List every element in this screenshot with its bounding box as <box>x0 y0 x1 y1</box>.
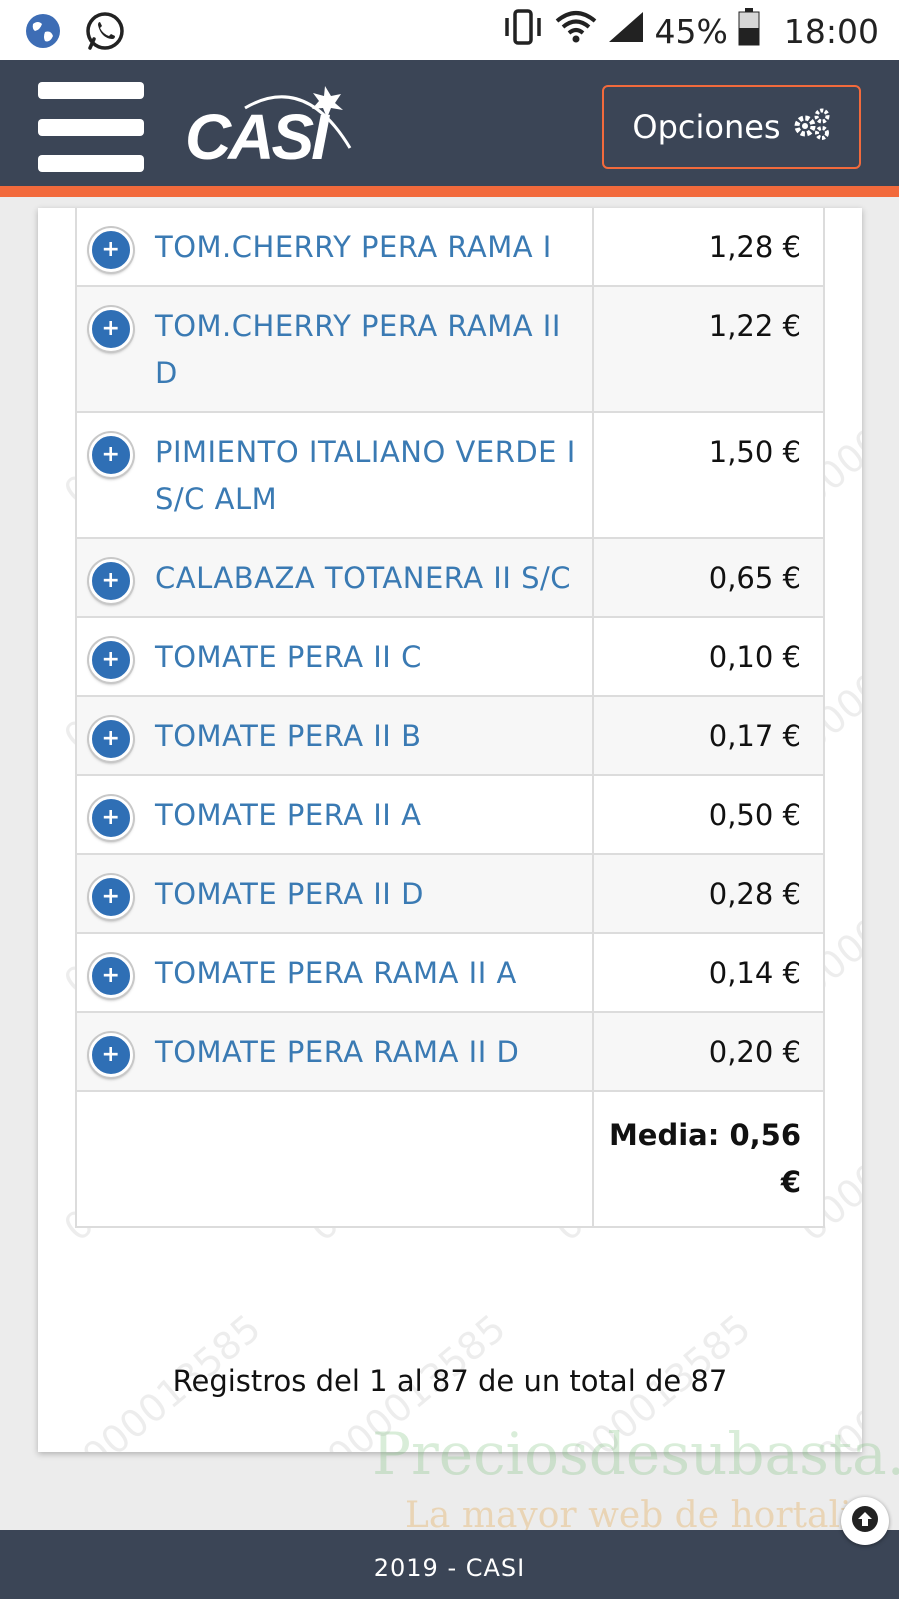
records-summary: Registros del 1 al 87 de un total de 87 <box>172 1364 728 1398</box>
plus-circle-icon[interactable]: + <box>89 638 133 682</box>
price-cell: 0,50 € <box>708 798 801 832</box>
price-cell: 0,17 € <box>708 719 801 753</box>
options-button[interactable]: Opciones <box>602 85 861 169</box>
price-cell: 0,14 € <box>708 956 801 990</box>
gears-icon <box>791 106 831 148</box>
average-price: Media: 0,56 € <box>608 1118 801 1199</box>
table-row[interactable]: + CALABAZA TOTANERA II S/C 0,65 € <box>77 539 823 618</box>
plus-circle-icon[interactable]: + <box>89 307 133 351</box>
price-cell: 0,10 € <box>708 640 801 674</box>
plus-circle-icon[interactable]: + <box>89 433 133 477</box>
plus-circle-icon[interactable]: + <box>89 1033 133 1077</box>
plus-circle-icon[interactable]: + <box>89 875 133 919</box>
product-cell: + TOM.CHERRY PERA RAMA II D <box>77 287 594 411</box>
product-name: TOMATE PERA II B <box>155 719 422 753</box>
table-row[interactable]: + TOMATE PERA II B 0,17 € <box>77 697 823 776</box>
brand-overlay: Preciosdesubasta.com <box>372 1420 899 1488</box>
table-row[interactable]: + TOM.CHERRY PERA RAMA II D 1,22 € <box>77 287 823 413</box>
clock: 18:00 <box>783 11 879 51</box>
table-row[interactable]: + TOMATE PERA RAMA II D 0,20 € <box>77 1013 823 1092</box>
results-card: 0000013585 0000013585 0000013585 0000013585… <box>38 208 862 1452</box>
plus-circle-icon[interactable]: + <box>89 954 133 998</box>
app-header: CASI Opciones <box>0 60 899 197</box>
logo-text: CASI <box>185 101 329 173</box>
vibrate-icon <box>501 9 545 53</box>
plus-circle-icon[interactable]: + <box>89 559 133 603</box>
table-row[interactable]: + TOM.CHERRY PERA RAMA I 1,28 € <box>77 208 823 287</box>
wifi-icon <box>555 10 597 52</box>
product-name: TOMATE PERA II D <box>155 877 424 911</box>
table-row[interactable]: + TOMATE PERA II A 0,50 € <box>77 776 823 855</box>
total-row: Media: 0,56 € <box>77 1092 823 1228</box>
scroll-to-top-button[interactable] <box>841 1497 889 1545</box>
product-name: CALABAZA TOTANERA II S/C <box>155 561 572 595</box>
price-cell: 1,50 € <box>708 435 801 469</box>
product-name: TOMATE PERA II A <box>155 798 422 832</box>
product-name: TOMATE PERA RAMA II D <box>155 1035 520 1069</box>
battery-icon <box>738 8 760 54</box>
product-name: TOMATE PERA II C <box>155 640 422 674</box>
product-cell: + CALABAZA TOTANERA II S/C <box>77 539 594 616</box>
price-table: + TOM.CHERRY PERA RAMA I 1,28 € + TOM.CHERRY… <box>75 208 825 1228</box>
table-row[interactable]: + TOMATE PERA II D 0,28 € <box>77 855 823 934</box>
signal-icon <box>607 10 645 52</box>
price-cell: 0,65 € <box>708 561 801 595</box>
product-cell: + TOMATE PERA RAMA II A <box>77 934 594 1011</box>
product-name: TOMATE PERA RAMA II A <box>155 956 517 990</box>
plus-circle-icon[interactable]: + <box>89 228 133 272</box>
whatsapp-icon <box>84 10 126 56</box>
table-row[interactable]: + TOMATE PERA RAMA II A 0,14 € <box>77 934 823 1013</box>
plus-circle-icon[interactable]: + <box>89 717 133 761</box>
table-row[interactable]: + PIMIENTO ITALIANO VERDE I S/C ALM 1,50 € <box>77 413 823 539</box>
globe-icon <box>24 12 62 54</box>
product-name: TOM.CHERRY PERA RAMA II D <box>155 309 561 390</box>
product-cell: + TOMATE PERA II C <box>77 618 594 695</box>
product-cell: + TOMATE PERA II D <box>77 855 594 932</box>
product-cell: + TOMATE PERA II B <box>77 697 594 774</box>
price-cell: 0,20 € <box>708 1035 801 1069</box>
table-row[interactable]: + TOMATE PERA II C 0,10 € <box>77 618 823 697</box>
price-cell: 1,22 € <box>708 309 801 343</box>
hamburger-menu-button[interactable] <box>38 82 144 172</box>
price-cell: 0,28 € <box>708 877 801 911</box>
product-name: PIMIENTO ITALIANO VERDE I S/C ALM <box>155 435 576 516</box>
product-cell: + TOM.CHERRY PERA RAMA I <box>77 208 594 285</box>
empty-cell <box>77 1092 594 1226</box>
product-name: TOM.CHERRY PERA RAMA I <box>155 230 552 264</box>
product-cell: + TOMATE PERA II A <box>77 776 594 853</box>
footer-text: 2019 - CASI <box>373 1554 526 1582</box>
footer: 2019 - CASI <box>0 1530 899 1599</box>
battery-percent: 45% <box>654 11 728 51</box>
price-cell: 1,28 € <box>708 230 801 264</box>
product-cell: + TOMATE PERA RAMA II D <box>77 1013 594 1090</box>
casi-logo[interactable]: CASI <box>185 78 365 178</box>
plus-circle-icon[interactable]: + <box>89 796 133 840</box>
status-bar: 45% 18:00 <box>0 0 899 60</box>
product-cell: + PIMIENTO ITALIANO VERDE I S/C ALM <box>77 413 594 537</box>
arrow-up-circle-icon <box>850 1504 880 1538</box>
options-label: Opciones <box>632 108 781 146</box>
